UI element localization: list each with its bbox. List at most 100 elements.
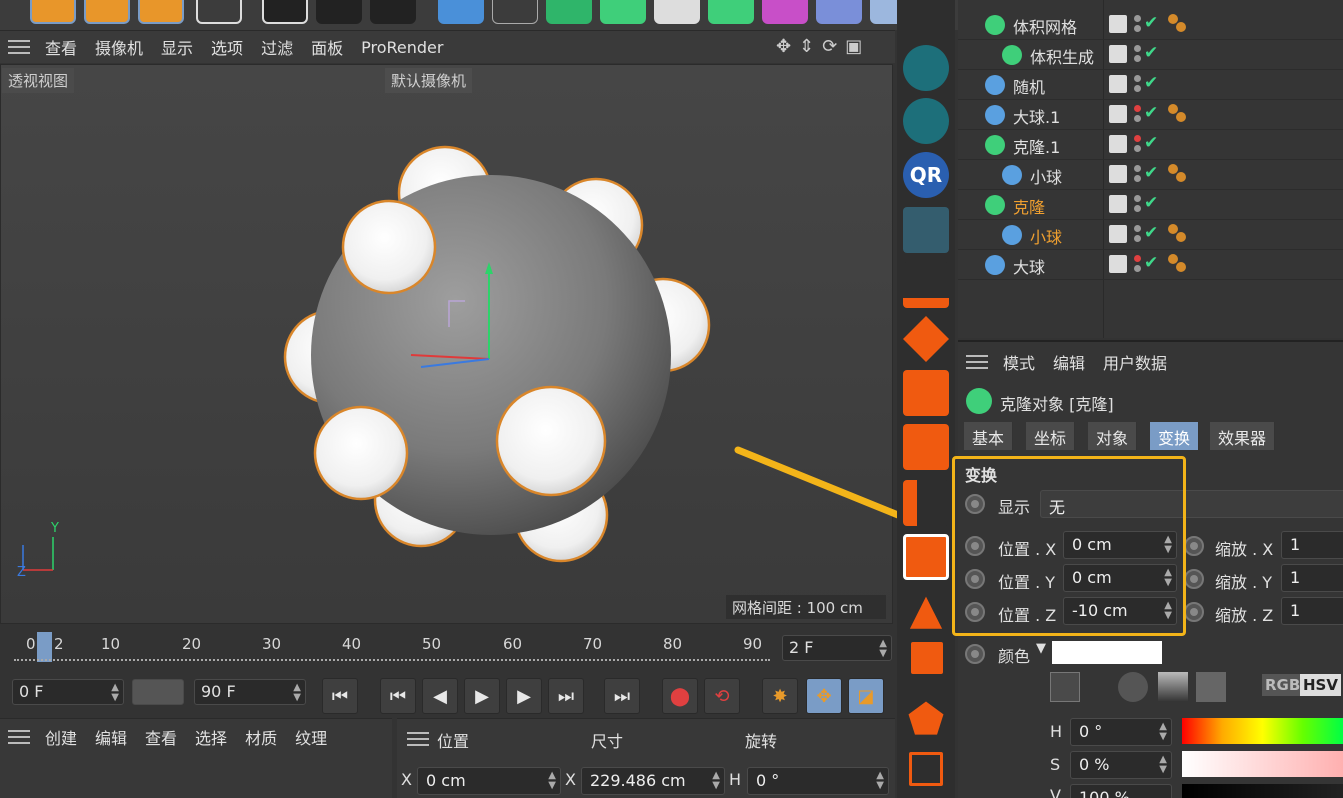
menu-display[interactable]: 显示 [152,35,202,59]
enabled-check-icon[interactable]: ✔ [1144,133,1158,153]
rgb-mode-button[interactable]: RGB [1262,674,1304,696]
outline-square-icon[interactable] [909,752,943,786]
y-axis-lock-icon[interactable] [84,0,130,24]
tab-basic[interactable]: 基本 [964,422,1014,450]
color-anim-radio[interactable] [965,644,985,664]
go-to-end-icon[interactable]: ⏭ [604,678,640,714]
color-expand-chevron-icon[interactable]: ▼ [1036,641,1046,656]
checker-icon[interactable] [903,370,949,416]
menu-burger-icon[interactable] [8,40,30,54]
object-row[interactable]: 小球 ✔ [958,160,1343,190]
x-axis-lock-icon[interactable] [30,0,76,24]
menu-prorender[interactable]: ProRender [352,38,452,57]
visibility-dots-icon[interactable] [1134,105,1142,125]
enabled-check-icon[interactable]: ✔ [1144,103,1158,123]
hsv-mode-button[interactable]: HSV [1300,674,1341,696]
visibility-dots-icon[interactable] [1134,45,1142,65]
next-key-icon[interactable]: ⏭ [548,678,584,714]
object-row[interactable]: 体积生成 ✔ [958,40,1343,70]
end-frame-field[interactable]: 90 F ▲ ▼ [194,679,306,705]
enabled-check-icon[interactable]: ✔ [1144,193,1158,213]
attr-menu-burger-icon[interactable] [966,355,988,369]
object-name[interactable]: 小球 [1030,224,1062,248]
prev-frame-icon[interactable]: ◀ [422,678,458,714]
uv-grid-icon[interactable] [903,207,949,253]
move-view-icon[interactable]: ✥ [776,36,791,57]
small-sphere[interactable] [341,199,437,295]
tab-object[interactable]: 对象 [1088,422,1138,450]
value-field[interactable]: 100 % [1070,784,1172,798]
small-sphere[interactable] [313,405,409,501]
enabled-check-icon[interactable]: ✔ [1144,13,1158,33]
tab-coord[interactable]: 坐标 [1026,422,1076,450]
matrix-icon[interactable] [903,534,949,580]
viewport-camera-label[interactable]: 默认摄像机 [385,68,473,93]
keyframe-selection-icon[interactable]: ✸ [762,678,798,714]
scene-icon[interactable] [816,0,862,24]
object-name[interactable]: 大球 [1013,254,1045,278]
current-frame-field[interactable]: 2 F ▲ ▼ [782,635,892,661]
coord-pos-x-field[interactable]: 0 cm ▲ ▼ [417,767,561,795]
position-key-icon[interactable]: ✥ [806,678,842,714]
enabled-check-icon[interactable]: ✔ [1144,223,1158,243]
attr-menu-mode[interactable]: 模式 [994,350,1044,374]
edit-mode-icon[interactable] [1109,135,1127,153]
edit-mode-icon[interactable] [1109,15,1127,33]
play-icon[interactable]: ▶ [464,678,500,714]
color-swatch[interactable] [1052,641,1162,664]
menu-panel[interactable]: 面板 [302,35,352,59]
cube-icon[interactable] [438,0,484,24]
frame-range-slider[interactable] [132,679,184,705]
color-wheel-icon[interactable] [1118,672,1148,702]
scale-y-anim-radio[interactable] [1184,569,1204,589]
subdivision-icon[interactable] [546,0,592,24]
object-row[interactable]: 大球.1 ✔ [958,100,1343,130]
scale-key-icon[interactable]: ◪ [848,678,884,714]
prev-key-icon[interactable]: ⏮ [380,678,416,714]
qr-icon[interactable]: QR [903,152,949,198]
mograph-icon[interactable] [654,0,700,24]
edit-mode-icon[interactable] [1109,75,1127,93]
saturation-slider[interactable] [1182,751,1343,777]
edit-mode-icon[interactable] [1109,225,1127,243]
square-icon[interactable] [911,642,943,674]
hue-slider[interactable] [1182,718,1343,744]
coord-size-x-field[interactable]: 229.486 cm ▲ ▼ [581,767,725,795]
visibility-dots-icon[interactable] [1134,165,1142,185]
edit-mode-icon[interactable] [1109,45,1127,63]
menu-camera[interactable]: 摄像机 [86,35,152,59]
image-picker-icon[interactable] [1196,672,1226,702]
tab-effectors[interactable]: 效果器 [1210,422,1276,450]
mat-menu-view[interactable]: 查看 [136,725,186,749]
mat-menu-create[interactable]: 创建 [36,725,86,749]
edit-mode-icon[interactable] [1109,105,1127,123]
visibility-dots-icon[interactable] [1134,135,1142,155]
mat-menu-material[interactable]: 材质 [236,725,286,749]
object-name[interactable]: 小球 [1030,164,1062,188]
menu-filter[interactable]: 过滤 [252,35,302,59]
tab-transform[interactable]: 变换 [1150,422,1200,450]
timeline-playhead[interactable] [37,632,52,662]
volume-builder-icon[interactable] [903,98,949,144]
value-slider[interactable] [1182,784,1343,798]
go-to-start-icon[interactable]: ⏮ [322,678,358,714]
deformer-icon[interactable] [762,0,808,24]
object-name[interactable]: 体积网格 [1013,14,1077,38]
render-region-icon[interactable] [262,0,308,24]
bevel-icon[interactable] [903,424,949,470]
object-row[interactable]: 大球 ✔ [958,250,1343,280]
attr-menu-edit[interactable]: 编辑 [1044,350,1094,374]
visibility-dots-icon[interactable] [1134,195,1142,215]
object-row[interactable]: 克隆.1 ✔ [958,130,1343,160]
visibility-dots-icon[interactable] [1134,15,1142,35]
saturation-field[interactable]: 0 % ▲ ▼ [1070,751,1172,779]
visibility-dots-icon[interactable] [1134,75,1142,95]
object-row[interactable]: 小球 ✔ [958,220,1343,250]
small-sphere[interactable] [495,385,607,497]
spectrum-icon[interactable] [1158,672,1188,702]
edit-mode-icon[interactable] [1109,165,1127,183]
move-tool-icon[interactable] [903,262,949,308]
object-name[interactable]: 克隆.1 [1013,134,1060,158]
edit-mode-icon[interactable] [1109,255,1127,273]
object-row[interactable]: 随机 ✔ [958,70,1343,100]
